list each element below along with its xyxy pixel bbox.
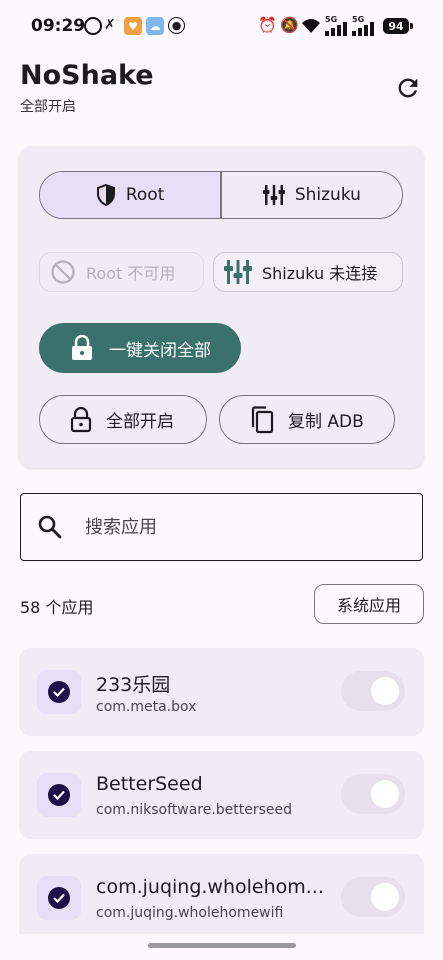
mute-icon: 🔕 [280,16,299,34]
shield-icon [96,184,115,206]
search-field[interactable] [20,493,423,561]
shizuku-mode-button[interactable]: Shizuku [222,172,402,218]
missed-call-icon: ✗ [104,17,116,33]
toggle-knob [371,677,399,705]
search-input[interactable] [83,515,387,539]
shizuku-mode-label: Shizuku [294,185,361,205]
root-mode-button[interactable]: Root [40,172,221,218]
app-package: com.juqing.wholehomewifi [96,905,284,921]
heart-app-icon: ♥ [124,17,142,35]
app-package: com.meta.box [96,699,197,715]
list-item[interactable]: BetterSeed com.niksoftware.betterseed [19,751,424,839]
root-status-chip[interactable]: Root 不可用 [39,252,204,292]
app-package: com.niksoftware.betterseed [96,802,293,818]
check-icon [48,681,70,703]
copy-adb-button[interactable]: 复制 ADB [219,395,395,444]
app-subtitle: 全部开启 [20,99,76,115]
signal-bars-icon [325,22,347,36]
list-item[interactable]: com.juqing.wholehom... com.juqing.wholeh… [19,854,424,934]
shizuku-status-chip[interactable]: Shizuku 未连接 [213,252,403,292]
block-icon [51,260,75,284]
app-toggle[interactable] [341,671,405,711]
signal-bars-icon-2 [352,22,374,36]
sliders-icon [224,260,252,284]
checkbox[interactable] [37,876,81,920]
notification-icon [84,17,102,35]
status-time: 09:29 [31,16,86,36]
app-title: NoShake [20,60,154,91]
app-name: com.juqing.wholehom... [96,876,324,898]
check-icon [48,784,70,806]
battery-icon: 94 [383,18,409,34]
alarm-icon: ⏰ [258,16,277,34]
root-mode-label: Root [125,185,165,205]
system-apps-button[interactable]: 系统应用 [314,584,424,624]
lock-icon [72,335,92,360]
app-toggle[interactable] [341,774,405,814]
battery-tip [410,23,413,29]
refresh-icon[interactable] [394,74,422,102]
shizuku-status-label: Shizuku 未连接 [262,264,378,283]
check-icon [48,887,70,909]
unlock-icon [70,406,92,432]
toggle-knob [371,883,399,911]
app-name: 233乐园 [96,674,171,696]
open-all-button[interactable]: 全部开启 [39,395,207,444]
copy-icon [251,405,274,433]
checkbox[interactable] [37,670,81,714]
gesture-nav-bar[interactable] [148,943,296,948]
search-icon [38,515,62,539]
sliders-icon [262,185,285,205]
wifi-icon [302,19,320,33]
close-all-button[interactable]: 一键关闭全部 [39,323,241,373]
close-all-label: 一键关闭全部 [109,340,211,361]
list-item[interactable]: 233乐园 com.meta.box [19,648,424,736]
checkbox[interactable] [37,773,81,817]
app-count: 58 个应用 [20,598,94,617]
weather-app-icon: ☁ [146,17,164,35]
toggle-knob [371,780,399,808]
mode-segmented-button: Root Shizuku [39,171,403,219]
shield-app-icon: ● [168,17,185,34]
open-all-label: 全部开启 [106,412,174,432]
copy-adb-label: 复制 ADB [288,412,364,432]
app-name: BetterSeed [96,773,203,795]
app-toggle[interactable] [341,877,405,917]
root-status-label: Root 不可用 [86,264,176,283]
